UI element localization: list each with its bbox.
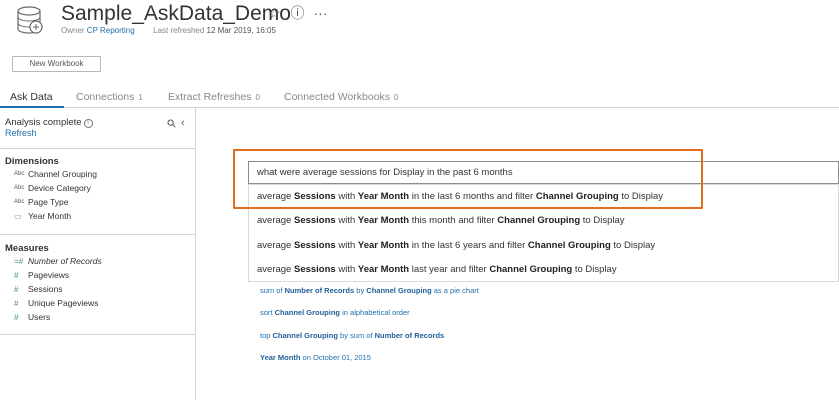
number-type-icon: =# (14, 256, 24, 266)
refreshed-label: Last refreshed (153, 26, 205, 35)
query-text[interactable]: what were average sessions for Display i… (257, 167, 513, 178)
field-unique-pageviews[interactable]: # Unique Pageviews (14, 298, 98, 308)
hint-item[interactable]: Year Month on October 01, 2015 (260, 353, 371, 362)
tab-ask-data[interactable]: Ask Data (10, 91, 53, 103)
field-year-month[interactable]: ▭ Year Month (14, 211, 71, 221)
tab-bar: Ask Data Connections 1 Extract Refreshes 0… (0, 88, 839, 108)
hint-item[interactable]: sum of Number of Records by Channel Grou… (260, 286, 479, 295)
suggestion-item[interactable]: average Sessions with Year Month last ye… (257, 264, 617, 275)
measures-title: Measures (5, 243, 49, 254)
divider (0, 148, 196, 149)
field-device-category[interactable]: Abc Device Category (14, 183, 91, 193)
string-type-icon: Abc (14, 171, 25, 177)
number-type-icon: # (14, 298, 19, 308)
refresh-link[interactable]: Refresh (5, 128, 37, 138)
divider (0, 234, 196, 235)
field-users[interactable]: # Users (14, 312, 50, 322)
field-channel-grouping[interactable]: Abc Channel Grouping (14, 169, 97, 179)
field-sessions[interactable]: # Sessions (14, 284, 63, 294)
number-type-icon: # (14, 270, 19, 280)
hint-item[interactable]: sort Channel Grouping in alphabetical or… (260, 308, 410, 317)
analysis-status: Analysis complete i (5, 117, 93, 128)
info-icon[interactable]: ⓘ (289, 5, 306, 22)
divider (0, 334, 196, 335)
star-icon[interactable]: ☆ (266, 5, 283, 22)
tab-count: 0 (255, 93, 260, 102)
data-pane: Analysis complete i Refresh ‹ Dimensions … (0, 108, 196, 400)
ask-data-input[interactable]: what were average sessions for Display i… (248, 161, 839, 184)
suggestion-list: average Sessions with Year Month in the … (248, 184, 839, 282)
tab-count: 0 (394, 93, 399, 102)
page-meta: Owner CP Reporting Last refreshed 12 Mar… (61, 26, 276, 35)
collapse-icon[interactable]: ‹ (181, 117, 185, 129)
more-icon[interactable]: ··· (312, 5, 329, 22)
field-page-type[interactable]: Abc Page Type (14, 197, 69, 207)
string-type-icon: Abc (14, 185, 25, 191)
owner-label: Owner (61, 26, 85, 35)
string-type-icon: Abc (14, 199, 25, 205)
tab-extract-refreshes[interactable]: Extract Refreshes 0 (168, 91, 260, 103)
datasource-icon (12, 5, 46, 37)
number-type-icon: # (14, 284, 19, 294)
hint-item[interactable]: top Channel Grouping by sum of Number of… (260, 331, 444, 340)
field-number-of-records[interactable]: =# Number of Records (14, 256, 102, 266)
number-type-icon: # (14, 312, 19, 322)
info-icon[interactable]: i (83, 119, 93, 128)
search-icon[interactable] (167, 119, 176, 130)
tab-count: 1 (138, 93, 143, 102)
dimensions-title: Dimensions (5, 156, 59, 167)
suggestion-item[interactable]: average Sessions with Year Month in the … (257, 240, 655, 251)
owner-link[interactable]: CP Reporting (87, 26, 135, 35)
tab-connections[interactable]: Connections 1 (76, 91, 143, 103)
suggestion-item[interactable]: average Sessions with Year Month this mo… (257, 215, 625, 226)
tab-connected-workbooks[interactable]: Connected Workbooks 0 (284, 91, 398, 103)
calendar-icon: ▭ (14, 211, 22, 221)
refreshed-value: 12 Mar 2019, 16:05 (206, 26, 276, 35)
field-pageviews[interactable]: # Pageviews (14, 270, 69, 280)
suggestion-item[interactable]: average Sessions with Year Month in the … (257, 191, 663, 202)
page-title: Sample_AskData_Demo (61, 2, 291, 25)
new-workbook-button[interactable]: New Workbook (12, 56, 101, 72)
